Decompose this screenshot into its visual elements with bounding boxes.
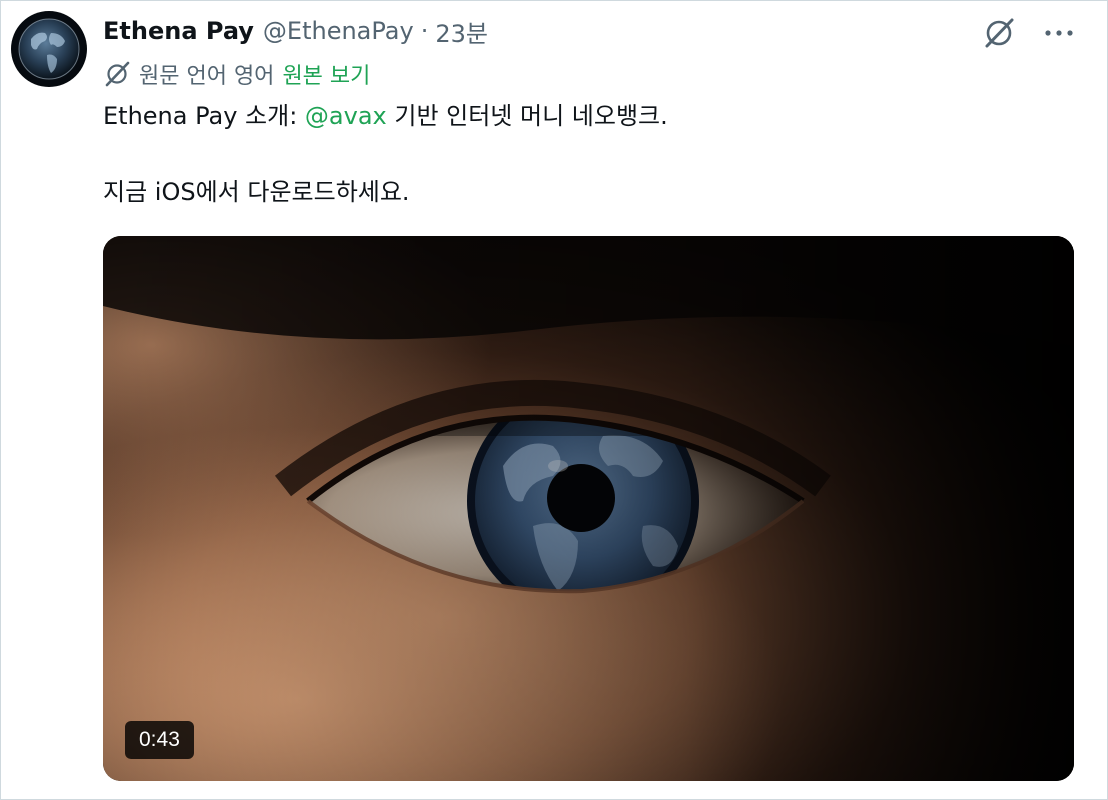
tweet-text-line-2: 지금 iOS에서 다운로드하세요. <box>103 178 410 206</box>
grok-button[interactable] <box>979 13 1019 53</box>
user-handle[interactable]: @EthenaPay <box>263 17 414 45</box>
text-suffix: 기반 인터넷 머니 네오뱅크. <box>386 102 668 130</box>
more-button[interactable] <box>1039 13 1079 53</box>
tweet-header: Ethena Pay @EthenaPay · 23분 <box>103 11 488 51</box>
text-prefix: Ethena Pay 소개: <box>103 102 305 130</box>
translation-note: 원문 언어 영어 <box>139 64 275 89</box>
show-original-link[interactable]: 원본 보기 <box>282 58 370 90</box>
timestamp[interactable]: 23분 <box>435 14 488 49</box>
translation-bar: 원문 언어 영어 원본 보기 <box>103 57 370 91</box>
globe-avatar-icon <box>18 18 80 80</box>
video-thumbnail <box>103 236 1074 781</box>
tweet-text: Ethena Pay 소개: @avax 기반 인터넷 머니 네오뱅크. 지금 … <box>103 97 1063 211</box>
grok-icon <box>985 18 1014 48</box>
tweet-card: Ethena Pay @EthenaPay · 23분 원문 언어 영어 원본 … <box>0 0 1108 800</box>
mention-link[interactable]: @avax <box>305 102 387 130</box>
header-actions <box>979 13 1079 53</box>
tweet-text-line-1: Ethena Pay 소개: @avax 기반 인터넷 머니 네오뱅크. <box>103 97 1063 135</box>
grok-translate-icon <box>103 60 131 88</box>
avatar[interactable] <box>11 11 87 87</box>
separator-dot: · <box>420 17 429 45</box>
more-icon <box>1045 30 1073 36</box>
video-player[interactable]: 0:43 <box>103 236 1074 781</box>
display-name[interactable]: Ethena Pay <box>103 17 254 45</box>
video-duration: 0:43 <box>125 721 194 759</box>
